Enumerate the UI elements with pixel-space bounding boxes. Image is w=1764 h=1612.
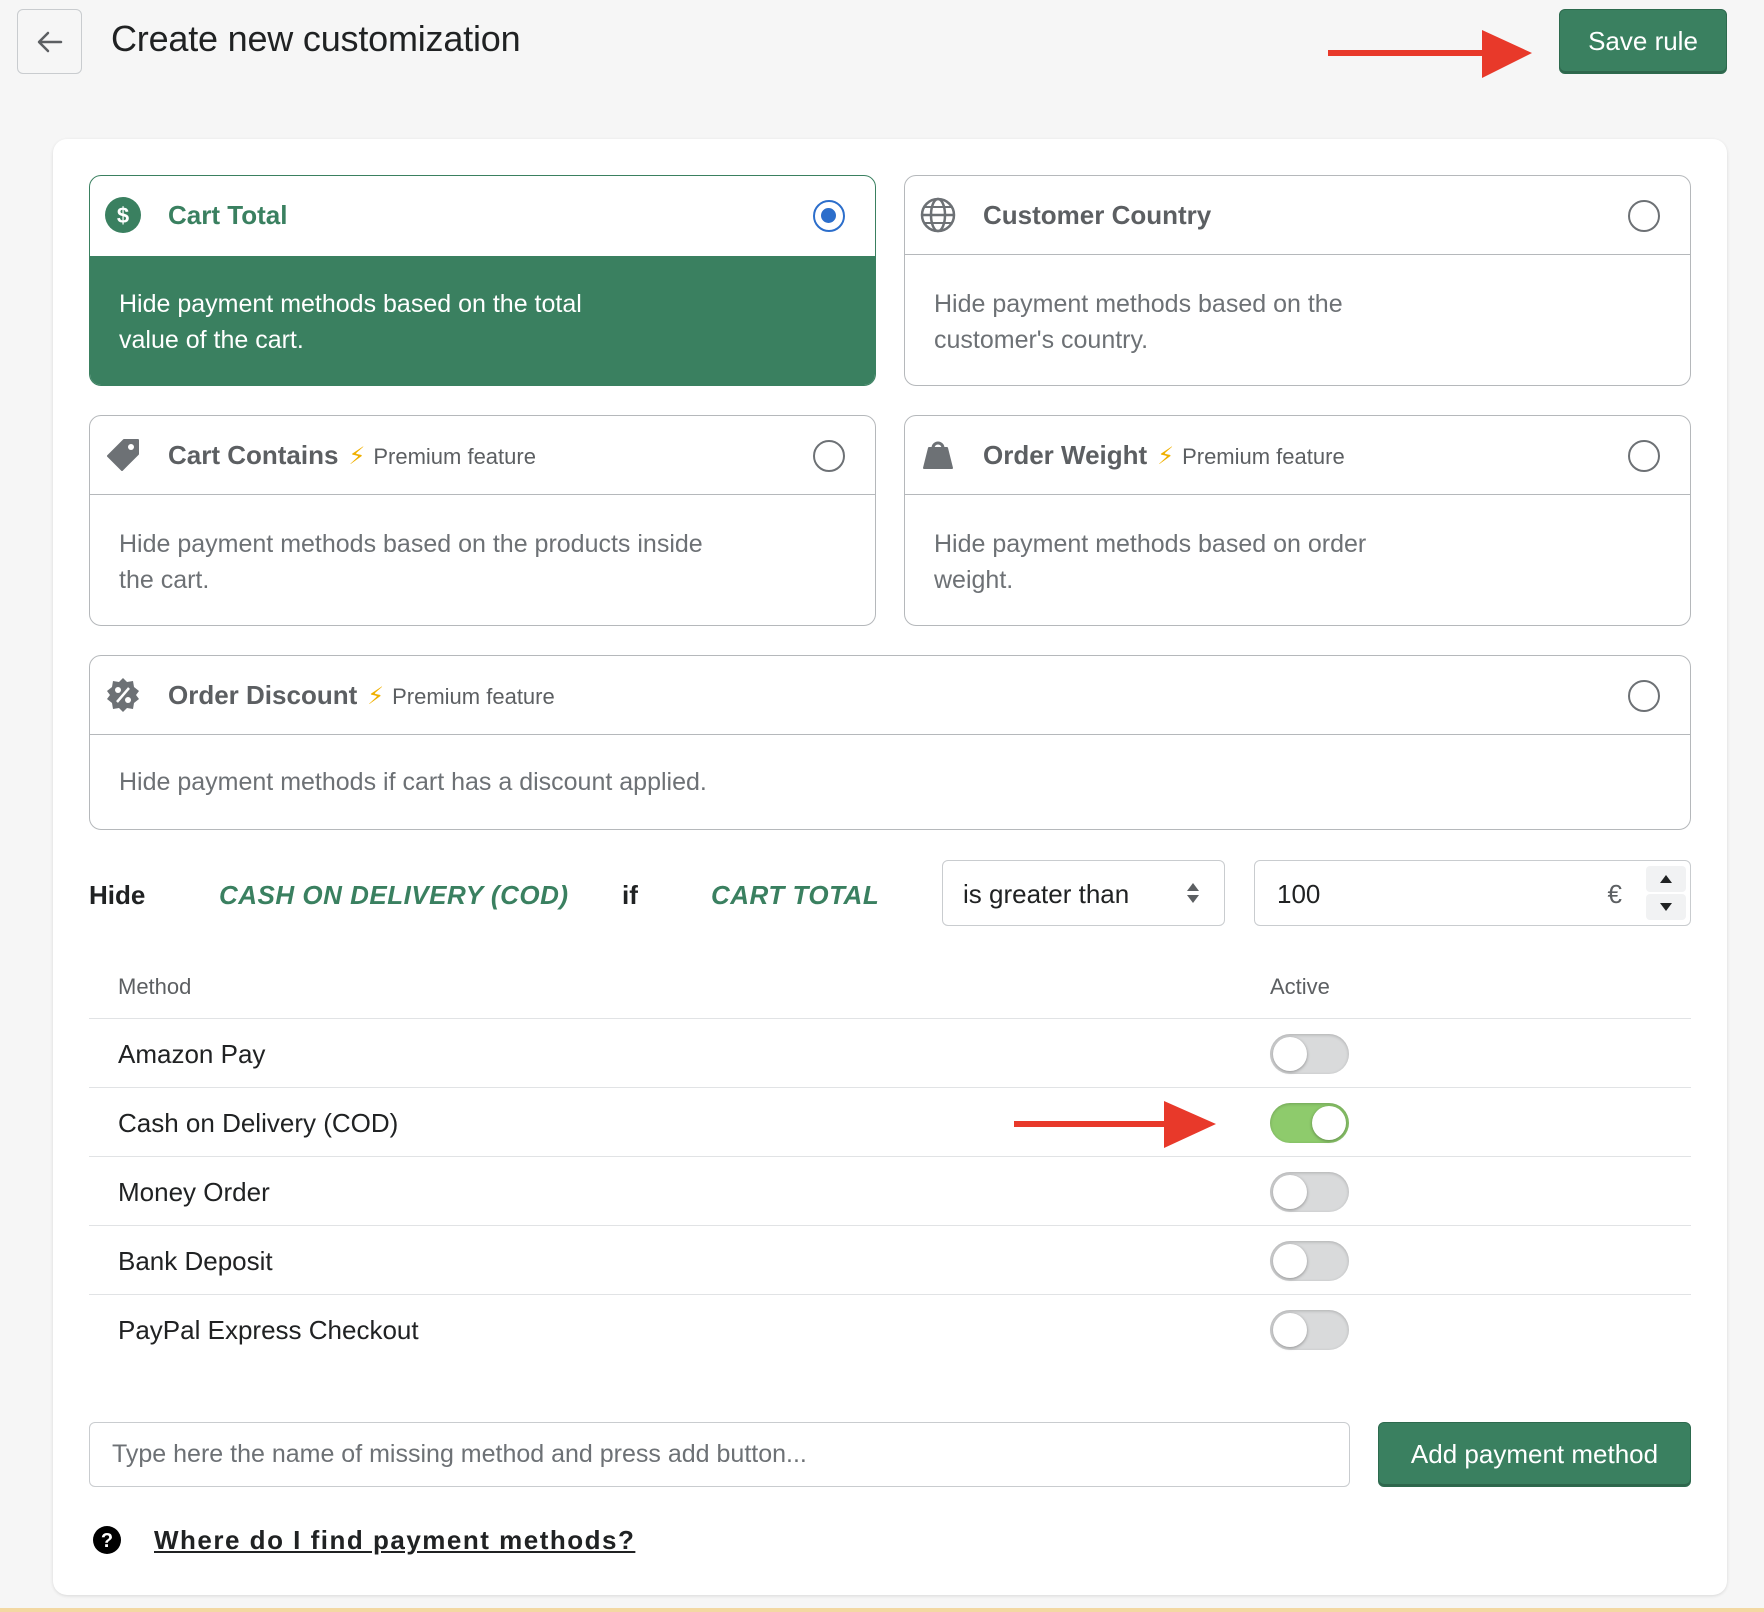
lightning-icon: ⚡ (348, 443, 366, 470)
option-radio[interactable] (1628, 440, 1660, 472)
option-description: Hide payment methods based on the total … (90, 256, 875, 385)
option-title-text: Customer Country (983, 200, 1212, 230)
weight-icon (923, 441, 953, 469)
option-customer-country[interactable]: Customer Country Hide payment methods ba… (904, 175, 1691, 386)
decrement-button[interactable] (1646, 894, 1686, 920)
active-toggle[interactable] (1270, 1103, 1349, 1143)
table-row: Bank Deposit (89, 1226, 1691, 1295)
option-title: Order Weight ⚡ Premium feature (983, 440, 1345, 471)
premium-label: Premium feature (373, 444, 536, 469)
dollar-circle-icon: $ (105, 197, 141, 233)
add-payment-method-button[interactable]: Add payment method (1378, 1422, 1691, 1487)
active-toggle[interactable] (1270, 1310, 1349, 1350)
discount-badge-icon (107, 678, 139, 712)
option-description: Hide payment methods based on order weig… (934, 530, 1367, 594)
increment-button[interactable] (1646, 866, 1686, 892)
save-rule-button[interactable]: Save rule (1559, 9, 1727, 74)
tag-icon (107, 439, 139, 471)
top-bar: Create new customization Save rule (0, 0, 1764, 120)
rule-method-label: CASH ON DELIVERY (COD) (219, 880, 569, 910)
lightning-icon: ⚡ (1157, 443, 1175, 470)
operator-value: is greater than (963, 879, 1130, 909)
method-name: Bank Deposit (118, 1246, 273, 1276)
option-title: Cart Total (168, 200, 287, 231)
premium-label: Premium feature (1182, 444, 1345, 469)
amount-input[interactable]: 100 € (1254, 860, 1691, 926)
option-header: Cart Contains ⚡ Premium feature (90, 416, 875, 495)
option-description: Hide payment methods based on the custom… (934, 290, 1343, 354)
option-description: Hide payment methods based on the produc… (119, 530, 703, 594)
table-header: Method Active (89, 960, 1691, 1019)
method-name: Cash on Delivery (COD) (118, 1108, 399, 1138)
option-radio[interactable] (1628, 200, 1660, 232)
help-link[interactable]: Where do I find payment methods? (154, 1525, 635, 1556)
option-title: Order Discount ⚡ Premium feature (168, 680, 555, 711)
option-radio[interactable] (1628, 680, 1660, 712)
lightning-icon: ⚡ (367, 683, 385, 710)
option-title-text: Cart Contains (168, 440, 339, 470)
method-name: Amazon Pay (118, 1039, 266, 1069)
rule-condition-label: CART TOTAL (711, 880, 880, 910)
back-button[interactable] (17, 9, 82, 74)
select-arrows-icon (1187, 883, 1199, 903)
option-header: Order Weight ⚡ Premium feature (905, 416, 1690, 495)
caret-down-icon (1660, 903, 1672, 911)
option-header: $ Cart Total (90, 176, 875, 255)
rule-hide-label: Hide (89, 880, 146, 910)
option-title: Cart Contains ⚡ Premium feature (168, 440, 536, 471)
option-radio[interactable] (813, 440, 845, 472)
column-header-method: Method (118, 974, 192, 999)
option-description: Hide payment methods if cart has a disco… (119, 768, 707, 796)
svg-text:?: ? (101, 1530, 113, 1552)
operator-select[interactable]: is greater than (942, 860, 1225, 926)
option-order-weight[interactable]: Order Weight ⚡ Premium feature Hide paym… (904, 415, 1691, 626)
option-title-text: Order Weight (983, 440, 1148, 470)
amount-value: 100 (1277, 879, 1321, 909)
arrow-left-icon (37, 31, 62, 52)
table-row: Amazon Pay (89, 1019, 1691, 1088)
svg-text:$: $ (117, 203, 129, 228)
question-circle-icon: ? (93, 1526, 121, 1554)
option-title-text: Order Discount (168, 680, 358, 710)
option-header: Customer Country (905, 176, 1690, 255)
option-title-text: Cart Total (168, 200, 288, 230)
option-title: Customer Country (983, 200, 1211, 231)
annotation-arrow-icon (1014, 1101, 1216, 1148)
method-name: PayPal Express Checkout (118, 1315, 419, 1345)
caret-up-icon (1660, 875, 1672, 883)
annotation-arrow-icon (1328, 30, 1532, 78)
method-name: Money Order (118, 1177, 270, 1207)
rule-if-label: if (622, 880, 638, 910)
currency-suffix: € (1607, 879, 1622, 909)
option-cart-total[interactable]: $ Cart Total Hide payment methods based … (89, 175, 876, 386)
option-order-discount[interactable]: Order Discount ⚡ Premium feature Hide pa… (89, 655, 1691, 830)
amount-stepper[interactable] (1646, 866, 1686, 920)
table-row: Money Order (89, 1157, 1691, 1226)
option-header: Order Discount ⚡ Premium feature (90, 656, 1690, 735)
table-row: PayPal Express Checkout (89, 1295, 1691, 1364)
bottom-divider (0, 1608, 1764, 1612)
option-radio[interactable] (813, 200, 845, 232)
methods-table: Method Active Amazon Pay Cash on Deliver… (89, 960, 1691, 1364)
globe-icon (920, 197, 956, 233)
active-toggle[interactable] (1270, 1172, 1349, 1212)
active-toggle[interactable] (1270, 1241, 1349, 1281)
missing-method-input[interactable] (89, 1422, 1350, 1487)
active-toggle[interactable] (1270, 1034, 1349, 1074)
rule-row: Hide CASH ON DELIVERY (COD) if CART TOTA… (89, 860, 1691, 926)
premium-label: Premium feature (392, 684, 555, 709)
table-row: Cash on Delivery (COD) (89, 1088, 1691, 1157)
column-header-active: Active (1270, 974, 1330, 999)
option-cart-contains[interactable]: Cart Contains ⚡ Premium feature Hide pay… (89, 415, 876, 626)
page-title: Create new customization (111, 18, 521, 59)
